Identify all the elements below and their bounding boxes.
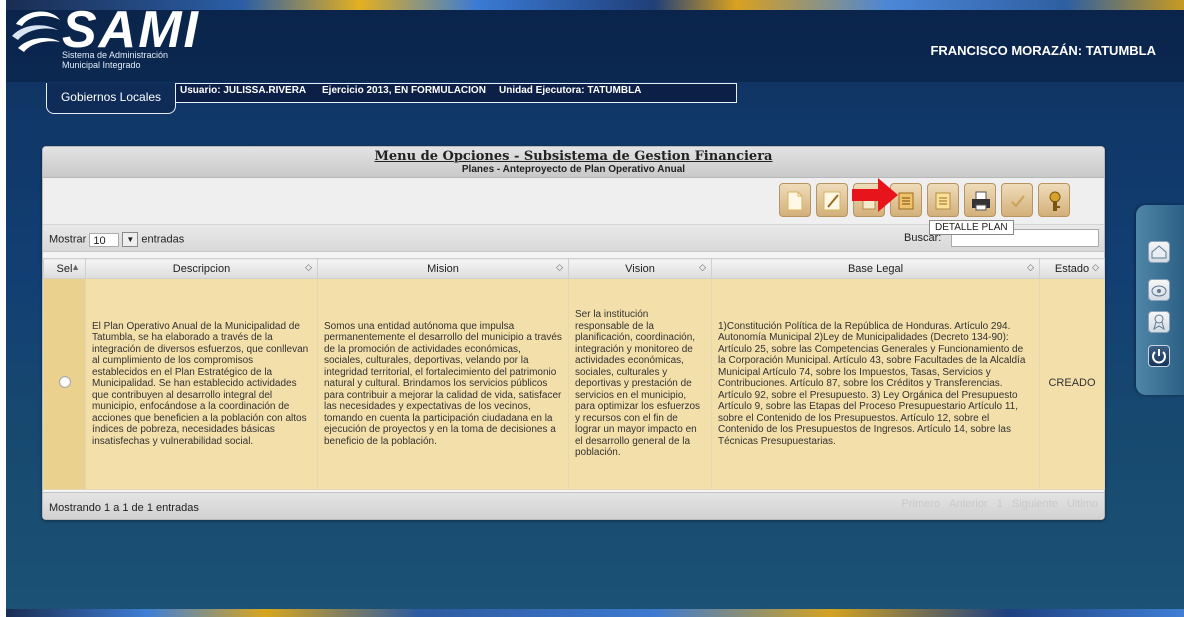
- list-icon: [935, 192, 951, 210]
- new-document-icon: [787, 191, 803, 211]
- home-button[interactable]: [1148, 241, 1170, 263]
- pager-next[interactable]: Siguiente: [1012, 498, 1058, 510]
- edit-button[interactable]: [816, 183, 848, 217]
- logo-subtitle-line-1: Sistema de Administración: [62, 50, 169, 60]
- column-header-vision[interactable]: Vision ◇: [568, 258, 712, 279]
- approve-button[interactable]: [1001, 183, 1033, 217]
- organization-title: FRANCISCO MORAZÁN: TATUMBLA: [930, 43, 1156, 58]
- table-footer: Mostrando 1 a 1 de 1 entradas Primero An…: [43, 492, 1104, 519]
- sort-asc-icon: ▲: [71, 262, 80, 272]
- entries-label: entradas: [141, 233, 185, 246]
- network-icon: [1151, 285, 1167, 297]
- key-icon: [1049, 191, 1061, 211]
- ribbon-icon: [1153, 314, 1165, 331]
- pager-previous[interactable]: Anterior: [949, 498, 988, 510]
- new-button[interactable]: [779, 183, 811, 217]
- row-select-radio[interactable]: [58, 376, 71, 389]
- page-size-control: Mostrar 10 ▼ entradas: [49, 232, 184, 247]
- executing-unit-label: Unidad Ejecutora: TATUMBLA: [499, 85, 642, 96]
- bottom-decorative-stripe: [6, 609, 1184, 617]
- pager-first[interactable]: Primero: [902, 498, 941, 510]
- cell-estado: CREADO: [1039, 278, 1105, 490]
- sort-icon: ◇: [305, 262, 312, 272]
- print-icon: [972, 191, 990, 211]
- app-logo-subtitle: Sistema de Administración Municipal Inte…: [62, 50, 168, 70]
- table-row[interactable]: El Plan Operativo Anual de la Municipali…: [43, 278, 1105, 490]
- table-info: Mostrando 1 a 1 de 1 entradas: [49, 502, 199, 514]
- panel-header: Menu de Opciones - Subsistema de Gestion…: [43, 147, 1104, 178]
- pager-last[interactable]: Ultimo: [1067, 498, 1098, 510]
- options-panel: Menu de Opciones - Subsistema de Gestion…: [42, 146, 1105, 520]
- app-window: SAMI Sistema de Administración Municipal…: [6, 0, 1184, 617]
- logo-subtitle-line-2: Municipal Integrado: [62, 60, 141, 70]
- row-select-cell[interactable]: [43, 278, 86, 490]
- edit-icon: [823, 191, 841, 211]
- cell-vision: Ser la institución responsable de la pla…: [568, 278, 712, 490]
- page-size-select[interactable]: 10: [89, 232, 120, 247]
- cell-base-legal: 1)Constitución Política de la República …: [711, 278, 1040, 490]
- cell-descripcion: El Plan Operativo Anual de la Municipali…: [85, 278, 318, 490]
- column-header-sel[interactable]: Sel ▲: [43, 258, 86, 279]
- print-button[interactable]: [964, 183, 996, 217]
- plans-table: Sel ▲ Descripcion ◇ Mision ◇ Vision ◇ Base L…: [43, 258, 1105, 490]
- red-arrow-icon: [852, 178, 898, 212]
- column-header-descripcion[interactable]: Descripcion ◇: [85, 258, 318, 279]
- toolbar: [43, 178, 1104, 225]
- chevron-down-icon[interactable]: ▼: [122, 232, 139, 247]
- sort-icon: ◇: [556, 262, 563, 272]
- pager-page-1[interactable]: 1: [997, 498, 1003, 510]
- key-button[interactable]: [1038, 183, 1070, 217]
- home-icon: [1151, 245, 1167, 259]
- table-header-row: Sel ▲ Descripcion ◇ Mision ◇ Vision ◇ Base L…: [43, 258, 1105, 279]
- sort-icon: ◇: [1027, 262, 1034, 272]
- show-label: Mostrar: [49, 233, 87, 246]
- pagination: Primero Anterior 1 Siguiente Ultimo: [896, 498, 1098, 510]
- panel-subtitle: Planes - Anteproyecto de Plan Operativo …: [461, 164, 686, 175]
- ribbon-button[interactable]: [1148, 311, 1170, 333]
- column-header-base-legal[interactable]: Base Legal ◇: [711, 258, 1040, 279]
- approve-icon: [1011, 195, 1025, 208]
- cell-mision: Somos una entidad autónoma que impulsa p…: [317, 278, 569, 490]
- power-button[interactable]: [1148, 345, 1170, 367]
- detalle-plan-icon: [898, 192, 914, 210]
- column-header-estado[interactable]: Estado ◇: [1039, 258, 1105, 279]
- network-button[interactable]: [1148, 279, 1170, 301]
- user-label: Usuario: JULISSA.RIVERA: [180, 85, 307, 96]
- power-icon: [1152, 349, 1166, 364]
- column-header-mision[interactable]: Mision ◇: [317, 258, 569, 279]
- panel-title: Menu de Opciones - Subsistema de Gestion…: [374, 149, 773, 164]
- sami-logo-icon: [12, 11, 60, 52]
- tab-gobiernos-locales[interactable]: Gobiernos Locales: [46, 83, 176, 114]
- side-dock: [1136, 205, 1184, 395]
- list-button[interactable]: [927, 183, 959, 217]
- sort-icon: ◇: [699, 262, 706, 272]
- sort-icon: ◇: [1092, 262, 1099, 272]
- fiscal-year-label: Ejercicio 2013, EN FORMULACION: [322, 85, 486, 96]
- detalle-plan-tooltip: DETALLE PLAN: [929, 220, 1014, 235]
